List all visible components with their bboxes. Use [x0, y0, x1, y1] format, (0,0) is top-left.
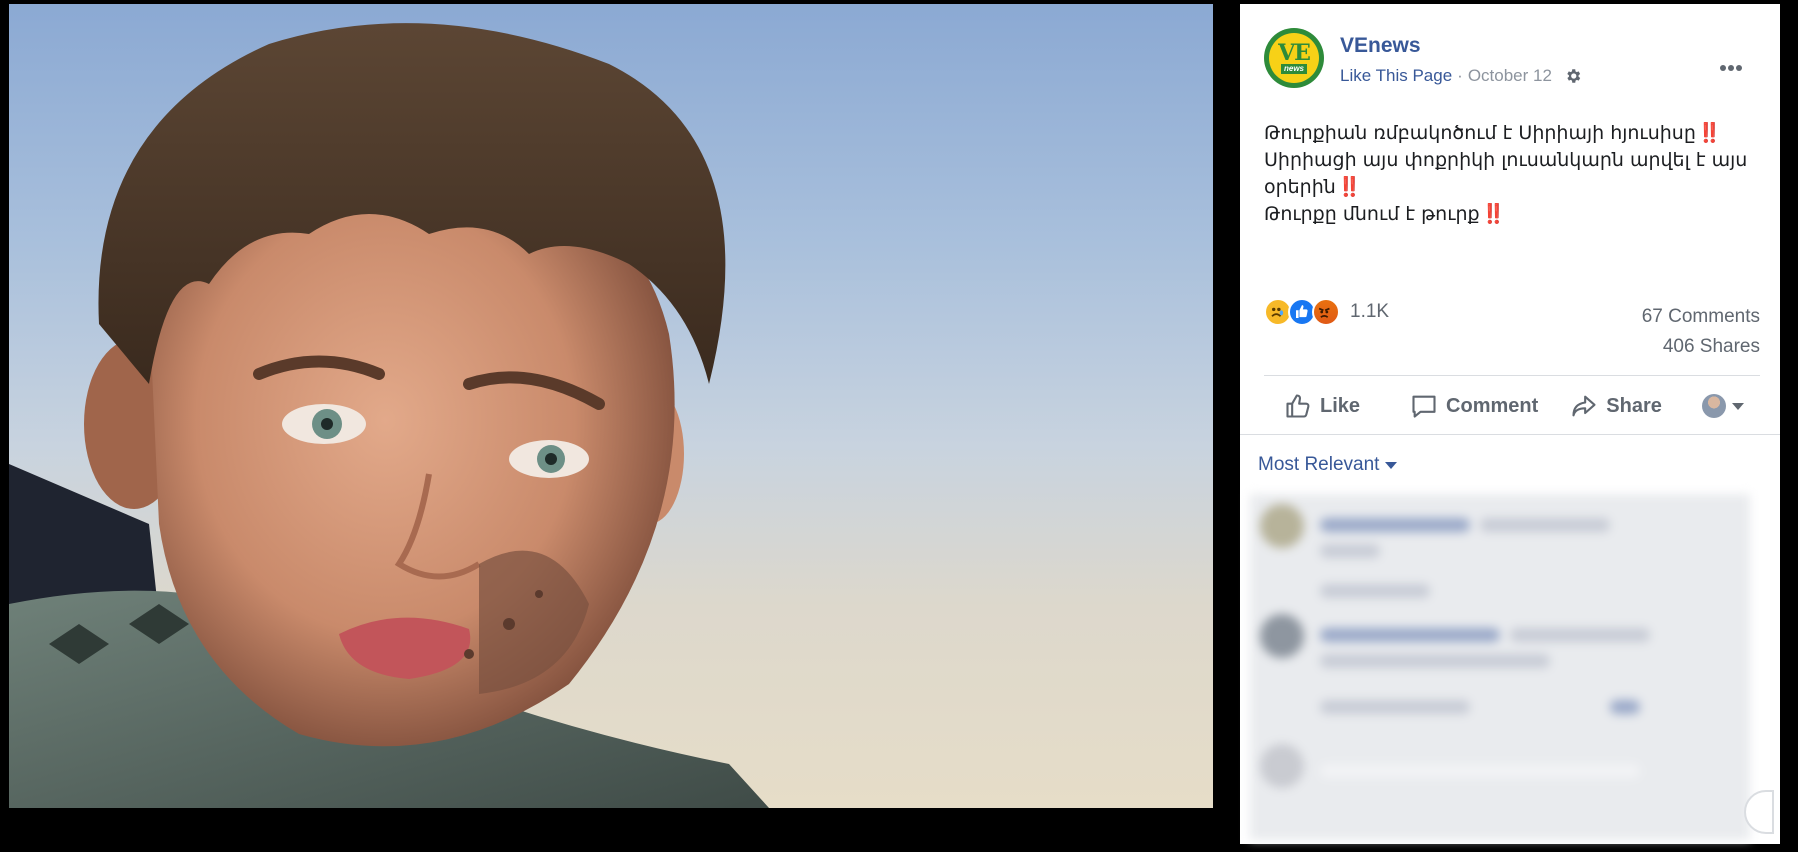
reactions-summary[interactable]: 1.1K — [1264, 298, 1389, 326]
comment-author-placeholder — [1320, 518, 1470, 532]
meta-separator: · — [1457, 66, 1463, 85]
share-arrow-icon — [1572, 395, 1596, 417]
comment-meta-placeholder — [1320, 584, 1430, 598]
post-side-panel: VE news VEnews Like This Page · October … — [1240, 4, 1780, 844]
post-text-line-2: Սիրիացի այս փոքրիկի լուսանկարն արվել է ա… — [1264, 149, 1748, 171]
comment-text-placeholder — [1480, 518, 1610, 532]
post-meta: Like This Page · October 12 — [1340, 66, 1582, 86]
avatar — [1260, 614, 1304, 658]
more-options-icon[interactable] — [1720, 58, 1748, 71]
post-actions-bar: Like Comment Share — [1264, 384, 1760, 428]
comment-text-placeholder — [1320, 544, 1380, 558]
reaction-count[interactable]: 1.1K — [1350, 301, 1389, 323]
page-name-link[interactable]: VEnews — [1340, 34, 1421, 58]
angry-reaction-icon — [1312, 298, 1340, 326]
divider — [1240, 434, 1780, 435]
avatar — [1260, 744, 1304, 788]
comment-text-placeholder — [1320, 654, 1550, 668]
chevron-down-icon — [1731, 402, 1744, 410]
comment-sort-label: Most Relevant — [1258, 454, 1380, 475]
page-avatar[interactable]: VE news — [1264, 28, 1324, 88]
blurred-comments-list — [1250, 494, 1750, 840]
page-logo-subtitle: news — [1280, 63, 1307, 74]
post-photo[interactable] — [9, 4, 1213, 808]
post-text-line: Սիրիացի այս փոքրիկի լուսանկարն արվել է ա… — [1264, 147, 1754, 174]
thumbs-up-icon — [1286, 394, 1310, 418]
double-exclamation-icon: ‼️ — [1697, 122, 1722, 144]
shares-count-link[interactable]: 406 Shares — [1642, 332, 1760, 362]
post-text: Թուրքիան ռմբակոծում է Սիրիայի հյուսիսը ‼️… — [1264, 120, 1754, 228]
chevron-down-icon — [1385, 461, 1398, 469]
double-exclamation-icon: ‼️ — [1481, 203, 1506, 225]
comment-button-label: Comment — [1446, 394, 1539, 417]
share-button-label: Share — [1606, 394, 1662, 417]
post-text-line: օրերին ‼️ — [1264, 174, 1754, 201]
post-text-line-3: օրերին — [1264, 176, 1336, 198]
engagement-counts: 67 Comments 406 Shares — [1642, 302, 1760, 362]
avatar — [1260, 504, 1304, 548]
like-button[interactable]: Like — [1284, 392, 1360, 420]
like-page-link[interactable]: Like This Page — [1340, 66, 1452, 86]
page-logo-initials: VE — [1278, 39, 1311, 66]
like-button-label: Like — [1320, 394, 1361, 417]
comments-count-link[interactable]: 67 Comments — [1642, 302, 1760, 332]
react-as-selector[interactable] — [1701, 394, 1744, 418]
comment-input-placeholder — [1320, 764, 1640, 778]
post-text-line-4: Թուրքը մնում է թուրք — [1264, 203, 1480, 225]
post-text-line-1: Թուրքիան ռմբակոծում է Սիրիայի հյուսիսը — [1264, 122, 1696, 144]
divider — [1264, 375, 1760, 376]
comment-meta-placeholder — [1320, 700, 1470, 714]
comment-button[interactable]: Comment — [1410, 392, 1538, 420]
child-portrait-illustration — [9, 23, 769, 808]
speech-bubble-icon — [1412, 395, 1436, 418]
post-text-line: Թուրքը մնում է թուրք ‼️ — [1264, 201, 1754, 228]
comment-sort-dropdown[interactable]: Most Relevant — [1258, 454, 1398, 476]
comment-reaction-placeholder — [1610, 700, 1640, 714]
post-date[interactable]: October 12 — [1468, 66, 1552, 86]
post-header: VE news VEnews Like This Page · October … — [1264, 28, 1764, 92]
gear-icon[interactable] — [1564, 67, 1582, 85]
comment-text-placeholder — [1510, 628, 1650, 642]
post-text-line: Թուրքիան ռմբակոծում է Սիրիայի հյուսիսը ‼️ — [1264, 120, 1754, 147]
double-exclamation-icon: ‼️ — [1337, 176, 1362, 198]
viewer-avatar — [1701, 394, 1726, 418]
share-button[interactable]: Share — [1570, 392, 1662, 420]
photo-stage — [0, 0, 1240, 852]
page-logo: VE news — [1269, 33, 1319, 83]
comment-author-placeholder — [1320, 628, 1500, 642]
